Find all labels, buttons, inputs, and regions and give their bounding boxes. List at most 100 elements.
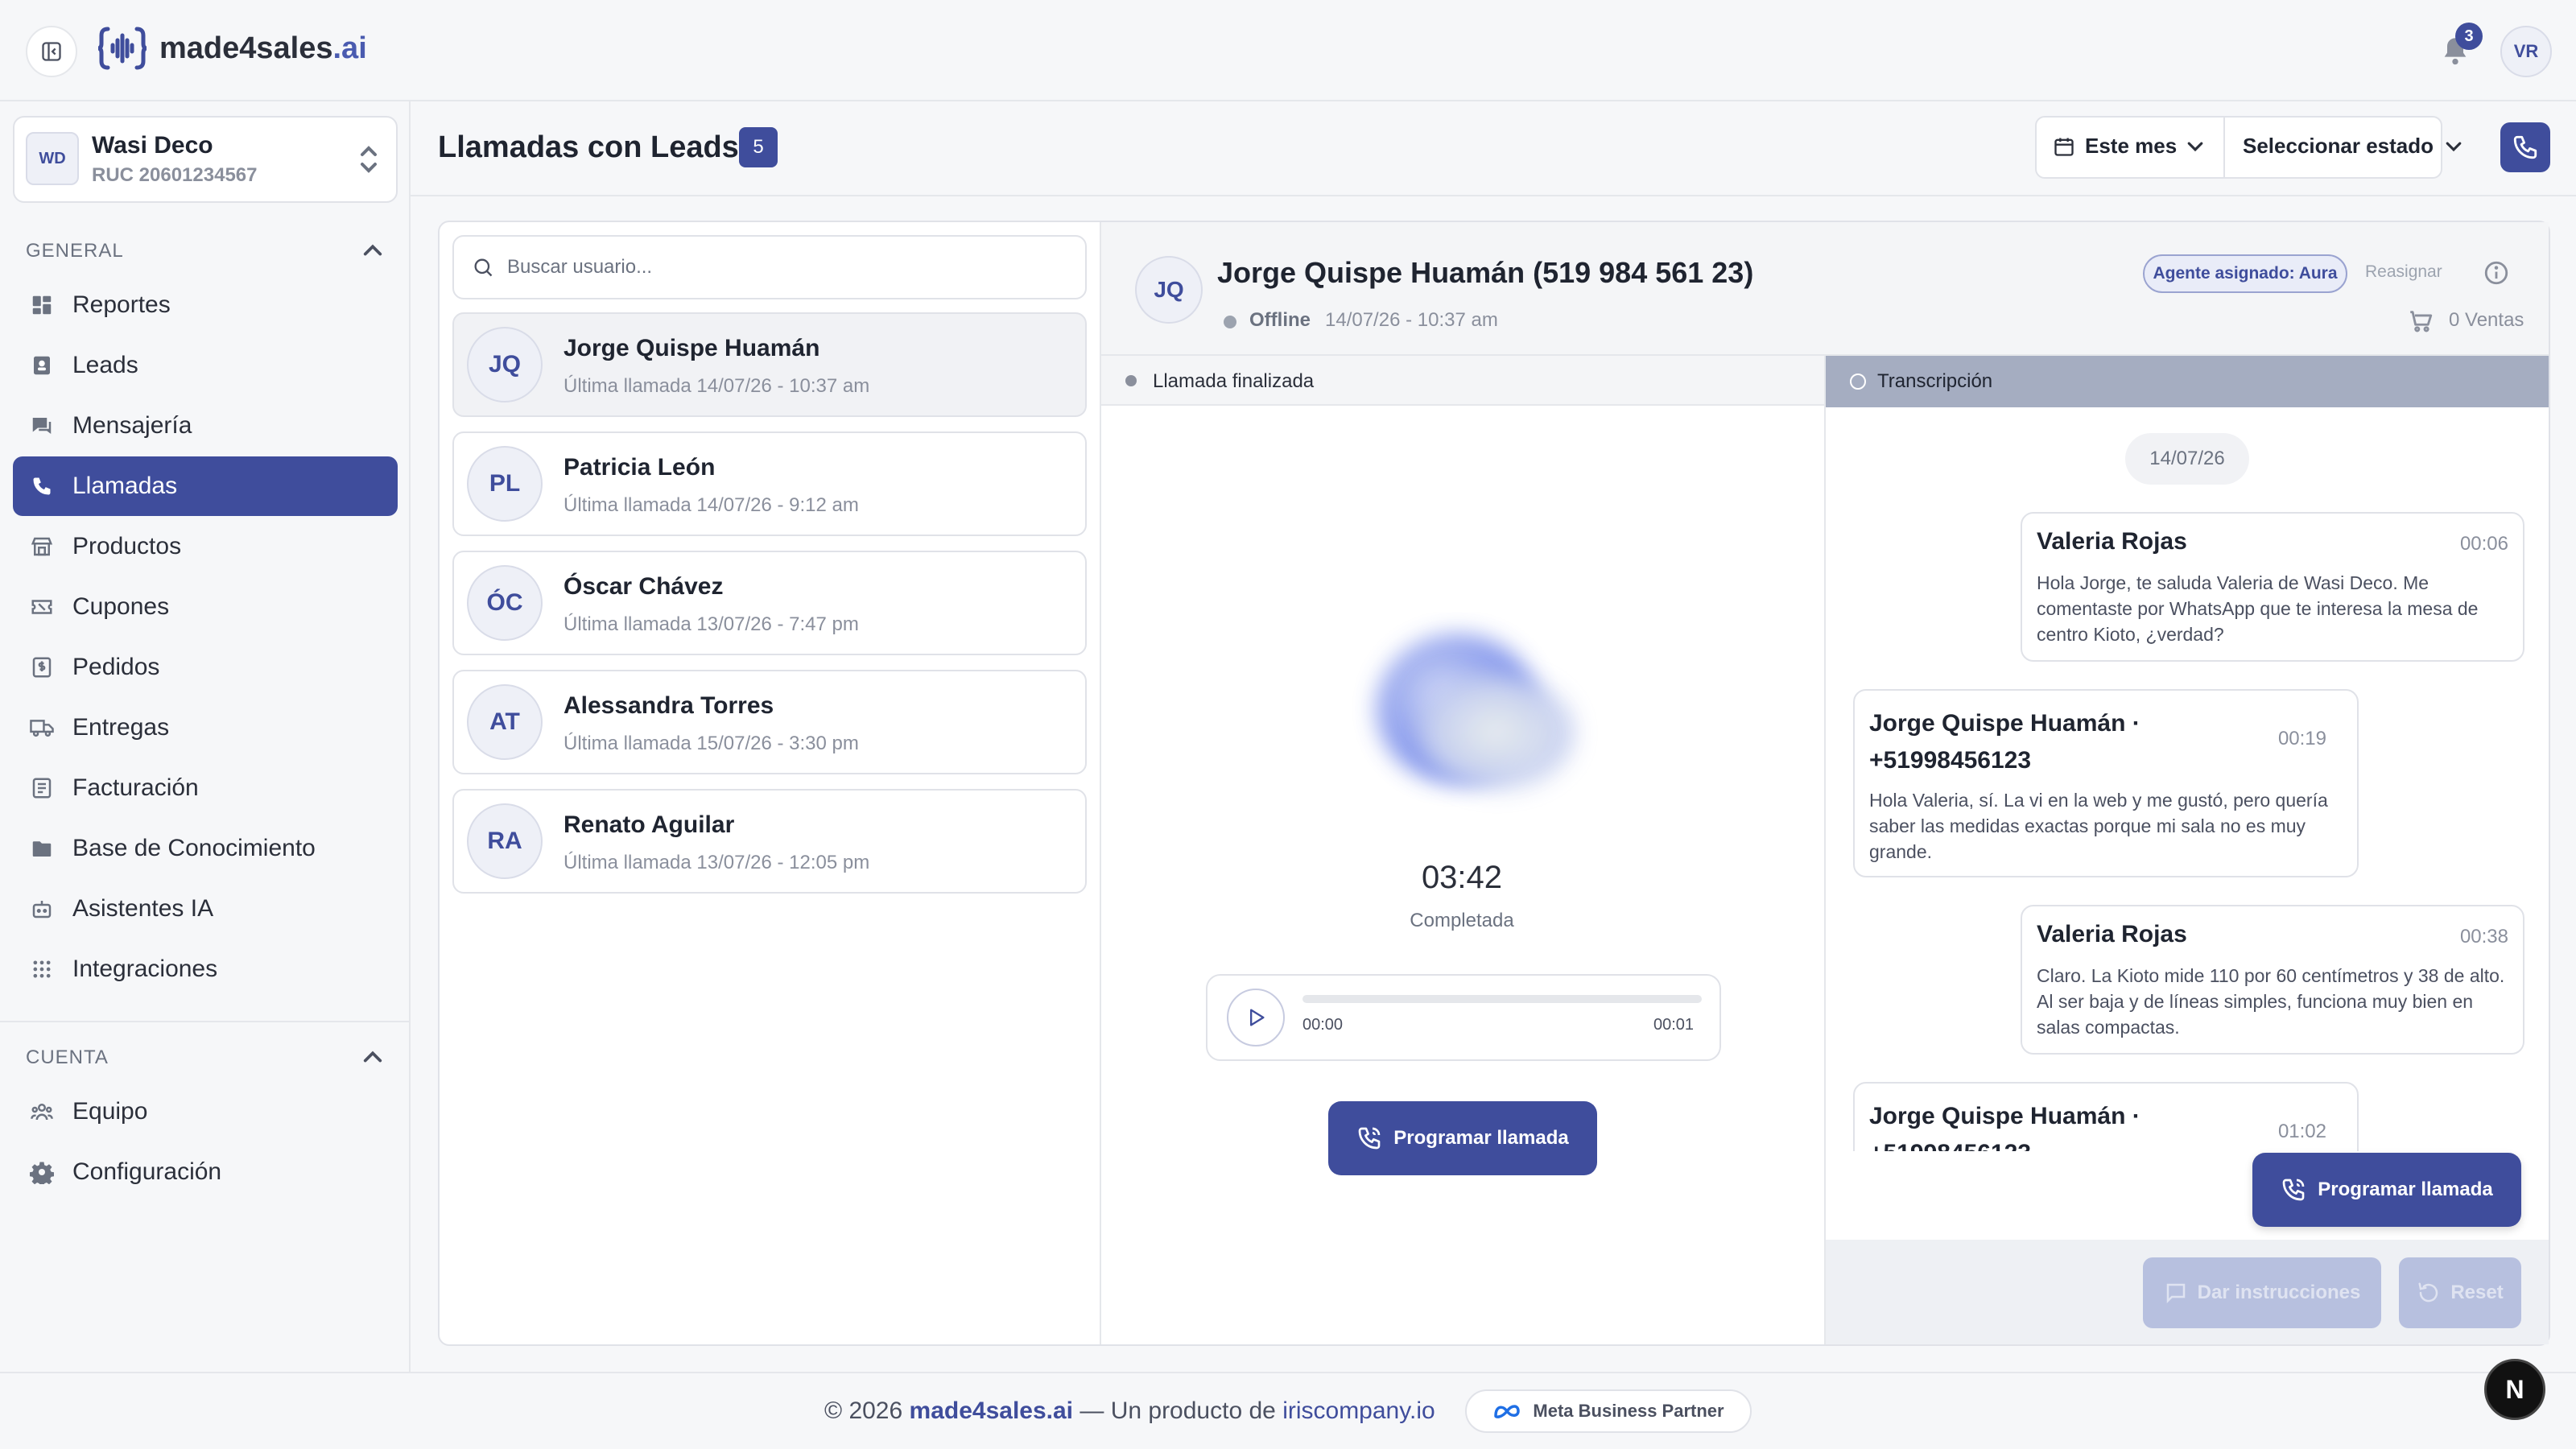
sidebar-toggle-icon: [42, 42, 61, 61]
sidebar-item-label: Facturación: [72, 774, 199, 801]
transcript-scroll-area[interactable]: 14/07/26 Valeria Rojas 00:06 Hola Jorge,…: [1826, 407, 2549, 1151]
audio-total-time: 00:01: [1653, 1016, 1695, 1034]
sidebar-item-facturación[interactable]: Facturación: [13, 758, 398, 818]
lead-last-call: Última llamada 13/07/26 - 7:47 pm: [564, 613, 859, 635]
sidebar-item-productos[interactable]: Productos: [13, 517, 398, 576]
transcript-title: Transcripción: [1877, 370, 1993, 392]
audio-current-time: 00:00: [1302, 1016, 1344, 1034]
meta-partner-badge[interactable]: Meta Business Partner: [1465, 1389, 1752, 1433]
truck-icon: [29, 715, 55, 741]
lead-list-item[interactable]: RA Renato Aguilar Última llamada 13/07/26 …: [452, 789, 1087, 894]
company-ruc: RUC 20601234567: [92, 164, 258, 186]
dashboard-icon: [29, 292, 55, 318]
sidebar-item-configuración[interactable]: Configuración: [13, 1142, 398, 1202]
dev-tools-button[interactable]: N: [2484, 1359, 2545, 1420]
company-name: Wasi Deco: [92, 132, 213, 159]
reassign-link[interactable]: Reasignar: [2365, 262, 2442, 282]
call-status-dot: [1125, 375, 1137, 386]
lead-avatar: ÓC: [467, 565, 543, 641]
top-bar: [0, 0, 2576, 101]
new-call-button[interactable]: [2500, 122, 2550, 172]
app-logo[interactable]: made4sales.ai: [97, 24, 367, 72]
transcript-schedule-call-button[interactable]: Programar llamada: [2252, 1153, 2521, 1227]
page-title: Llamadas con Leads: [438, 130, 739, 164]
lead-last-call: Última llamada 15/07/26 - 3:30 pm: [564, 733, 859, 754]
message-speaker: Jorge Quispe Huamán · +51998456123: [1869, 710, 2140, 774]
sidebar-toggle-button[interactable]: [26, 26, 77, 77]
audio-progress-track[interactable]: [1302, 995, 1702, 1003]
company-link[interactable]: iriscompany.io: [1282, 1397, 1435, 1424]
company-avatar: WD: [26, 132, 79, 185]
account-collapse-button[interactable]: [362, 1048, 383, 1064]
phone-schedule-icon: [1358, 1127, 1381, 1150]
reset-button[interactable]: Reset: [2399, 1257, 2521, 1328]
state-filter-dropdown[interactable]: Seleccionar estado: [2243, 134, 2462, 159]
search-icon: [474, 258, 493, 277]
reset-label: Reset: [2450, 1282, 2504, 1303]
info-button[interactable]: [2483, 259, 2510, 287]
grid-icon: [29, 956, 55, 982]
play-button[interactable]: [1227, 989, 1285, 1046]
transcript-message: Valeria Rojas 00:06 Hola Jorge, te salud…: [2021, 512, 2524, 662]
schedule-call-label: Programar llamada: [1393, 1127, 1569, 1149]
schedule-call-button[interactable]: Programar llamada: [1328, 1101, 1597, 1175]
sidebar-item-asistentes-ia[interactable]: Asistentes IA: [13, 879, 398, 939]
period-filter-dropdown[interactable]: Este mes: [2053, 134, 2204, 159]
sidebar-divider: [0, 1021, 411, 1022]
sidebar-item-base-de-conocimiento[interactable]: Base de Conocimiento: [13, 819, 398, 878]
sidebar-item-label: Reportes: [72, 291, 171, 318]
transcript-dot-icon: [1850, 374, 1866, 390]
lead-last-call: Última llamada 13/07/26 - 12:05 pm: [564, 852, 870, 873]
footer-brand: made4sales.ai: [909, 1397, 1074, 1424]
message-speaker: Jorge Quispe Huamán · +51998456123: [1869, 1103, 2140, 1151]
sidebar-item-label: Productos: [72, 533, 182, 559]
footer-copyright: © 2026 made4sales.ai — Un producto de ir…: [824, 1397, 1435, 1424]
transcript-date: 14/07/26: [2125, 433, 2249, 485]
user-avatar[interactable]: VR: [2500, 26, 2552, 77]
sidebar-item-leads[interactable]: Leads: [13, 336, 398, 395]
lead-search-input[interactable]: Buscar usuario...: [452, 235, 1087, 299]
sidebar-item-integraciones[interactable]: Integraciones: [13, 939, 398, 999]
give-instructions-button[interactable]: Dar instrucciones: [2143, 1257, 2381, 1328]
lead-name: Óscar Chávez: [564, 573, 724, 600]
folder-icon: [29, 836, 55, 861]
team-icon: [29, 1099, 55, 1125]
logo-mark-icon: [97, 27, 147, 70]
phone-icon: [2513, 135, 2537, 159]
lead-list-item[interactable]: AT Alessandra Torres Última llamada 15/07/…: [452, 670, 1087, 774]
lead-list-item[interactable]: PL Patricia León Última llamada 14/07/26 -…: [452, 431, 1087, 536]
sidebar-item-reportes[interactable]: Reportes: [13, 275, 398, 335]
period-filter-label: Este mes: [2085, 134, 2178, 158]
call-duration: 03:42: [1421, 860, 1503, 895]
sidebar-item-pedidos[interactable]: Pedidos: [13, 638, 398, 697]
filter-separator: [2223, 118, 2225, 177]
phone-icon: [29, 473, 55, 499]
lead-status: Offline: [1249, 309, 1311, 331]
sidebar-item-label: Base de Conocimiento: [72, 835, 316, 861]
lead-list-item[interactable]: JQ Jorge Quispe Huamán Última llamada 14/0…: [452, 312, 1087, 417]
give-instructions-label: Dar instrucciones: [2197, 1282, 2361, 1303]
sidebar-item-llamadas[interactable]: Llamadas: [13, 456, 398, 516]
sidebar-item-mensajería[interactable]: Mensajería: [13, 396, 398, 456]
chevron-down-icon: [2446, 142, 2462, 151]
sidebar-item-entregas[interactable]: Entregas: [13, 698, 398, 758]
phone-schedule-icon: [2282, 1179, 2305, 1201]
transcript-message: Valeria Rojas 00:38 Claro. La Kioto mide…: [2021, 905, 2524, 1055]
lead-name: Patricia León: [564, 454, 716, 481]
call-result: Completada: [1410, 910, 1514, 931]
sidebar-item-label: Llamadas: [72, 473, 178, 499]
calls-count-badge: 5: [739, 127, 778, 167]
lead-avatar: JQ: [467, 327, 543, 402]
sidebar-item-label: Integraciones: [72, 956, 218, 982]
sidebar-item-cupones[interactable]: Cupones: [13, 577, 398, 637]
play-icon: [1250, 1009, 1265, 1026]
sidebar-item-label: Pedidos: [72, 654, 160, 680]
call-visualizer-orb: [1336, 612, 1610, 821]
transcript-schedule-call-label: Programar llamada: [2318, 1179, 2493, 1200]
general-collapse-button[interactable]: [362, 242, 383, 258]
lead-list-item[interactable]: ÓC Óscar Chávez Última llamada 13/07/26 - …: [452, 551, 1087, 655]
notification-count-badge: 3: [2455, 23, 2483, 50]
call-status-label: Llamada finalizada: [1153, 370, 1315, 392]
sidebar-item-equipo[interactable]: Equipo: [13, 1082, 398, 1141]
lead-avatar: JQ: [1135, 256, 1203, 324]
